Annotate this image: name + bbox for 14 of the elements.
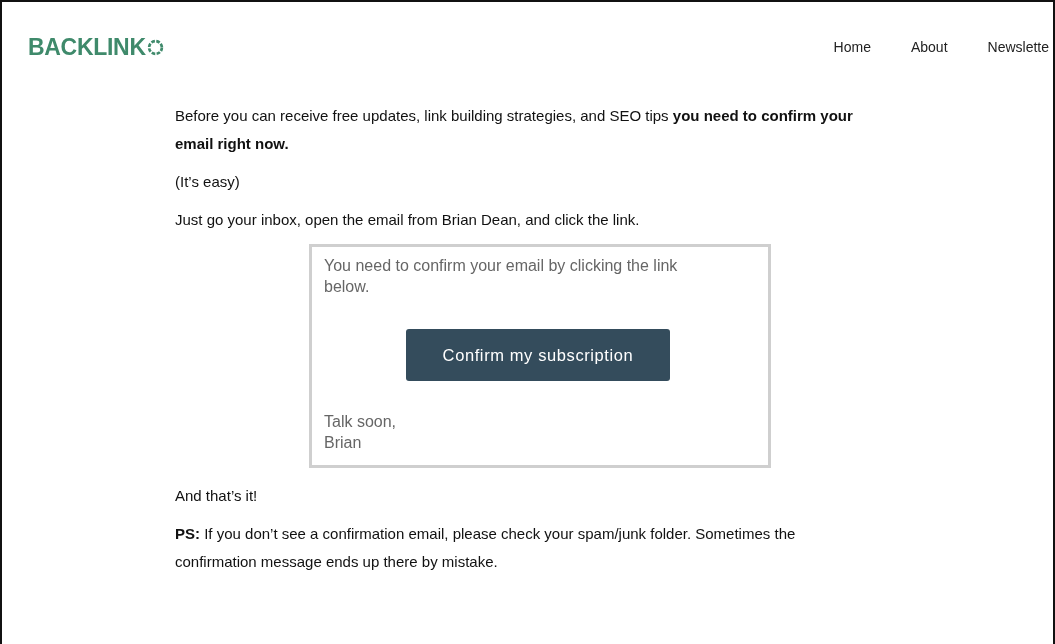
paragraph: PS: If you don’t see a confirmation email, please check your spam/junk folder. Sometimes the confirmation message ends up there by mistake. <box>175 524 797 572</box>
logo-ring-icon <box>146 38 164 56</box>
logo-text[interactable]: BACKLINK <box>28 33 146 61</box>
nav-link[interactable]: Newslette <box>987 39 1049 55</box>
nav-link[interactable]: About <box>910 39 948 55</box>
paragraph: (It’s easy) <box>175 172 241 192</box>
paragraph: And that’s it! <box>175 486 259 506</box>
email-message: You need to confirm your email by clicking the link below. <box>324 256 679 297</box>
nav-link[interactable]: Home <box>833 39 871 55</box>
confirm-subscription-button[interactable]: Confirm my subscription <box>406 329 670 381</box>
paragraph: Just go your inbox, open the email from Brian Dean, and click the link. <box>175 210 641 230</box>
signoff-line: Talk soon, <box>324 412 398 432</box>
paragraph: Before you can receive free updates, link building strategies, and SEO tips you need to confirm your email right now. <box>175 106 854 154</box>
signoff-line: Brian <box>324 433 363 453</box>
